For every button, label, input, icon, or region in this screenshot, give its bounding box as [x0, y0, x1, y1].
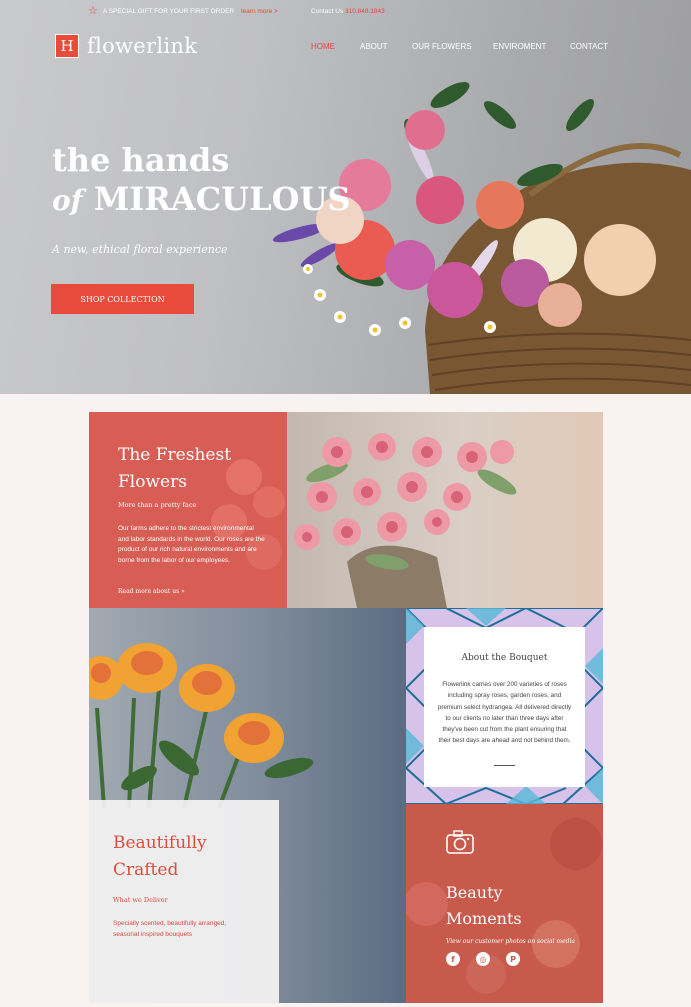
announcement-bar: ☆ A SPECIAL GIFT FOR YOUR FIRST ORDER le…	[0, 6, 691, 18]
contact-info: Contact Us 310.848.1843	[311, 8, 385, 15]
hero: ☆ A SPECIAL GIFT FOR YOUR FIRST ORDER le…	[0, 0, 691, 394]
fresh-body: Our farms adhere to the strictest enviro…	[118, 525, 265, 564]
beauty-moments-card: Beauty Moments View our customer photos …	[406, 804, 603, 1003]
hero-title: the hands of MIRACULOUS	[52, 140, 350, 220]
about-body: Flowerlink carries over 200 varieties of…	[437, 681, 572, 745]
hero-title-of: of	[52, 184, 83, 217]
nav-environment[interactable]: ENVIROMENT	[493, 42, 546, 51]
facebook-icon[interactable]: f	[446, 952, 460, 966]
about-panel: About the Bouquet Flowerlink carries ove…	[424, 627, 585, 787]
nav-home[interactable]: HOME	[311, 42, 335, 51]
star-icon: ☆	[88, 5, 98, 17]
crafted-subtitle: What we Deliver	[113, 896, 168, 904]
phone-link[interactable]: 310.848.1843	[345, 8, 385, 15]
instagram-icon[interactable]: ◎	[476, 952, 490, 966]
pink-roses-image	[294, 433, 517, 608]
logo-mark: H	[55, 34, 79, 58]
crafted-panel: Beautifully Crafted What we Deliver Spec…	[89, 800, 279, 1003]
pinterest-icon[interactable]: P	[506, 952, 520, 966]
learn-more-link[interactable]: learn more >	[241, 8, 278, 15]
flower-basket-image	[272, 82, 691, 394]
crafted-title: Beautifully Crafted	[113, 833, 207, 880]
hero-title-line1: the hands	[52, 141, 230, 179]
fresh-subtitle: More than a pretty face	[118, 501, 197, 509]
logo-wordmark: flowerlink	[87, 34, 198, 58]
hero-title-line2: of MIRACULOUS	[52, 180, 350, 220]
fresh-title: The Freshest Flowers	[118, 445, 232, 492]
hero-title-miraculous: MIRACULOUS	[93, 180, 351, 218]
gift-promo: ☆ A SPECIAL GIFT FOR YOUR FIRST ORDER le…	[88, 5, 278, 17]
nav-our-flowers[interactable]: OUR FLOWERS	[412, 42, 472, 51]
about-title: About the Bouquet	[461, 653, 548, 663]
pink-roses-photo	[287, 412, 603, 608]
read-more-link[interactable]: Read more about us »	[118, 588, 185, 595]
shop-collection-button[interactable]: SHOP COLLECTION	[51, 284, 194, 314]
divider	[494, 765, 515, 766]
freshest-flowers-card: The Freshest Flowers More than a pretty …	[89, 412, 287, 608]
social-links: f ◎ P	[446, 952, 520, 966]
beauty-subtitle: View our customer photos on social media	[446, 938, 575, 945]
logo[interactable]: H flowerlink	[55, 34, 197, 58]
gift-text: A SPECIAL GIFT FOR YOUR FIRST ORDER	[102, 7, 235, 15]
nav-contact[interactable]: CONTACT	[570, 42, 608, 51]
yellow-roses-card: Beautifully Crafted What we Deliver Spec…	[89, 608, 406, 1003]
camera-icon	[446, 830, 474, 854]
about-bouquet-card: About the Bouquet Flowerlink carries ove…	[406, 608, 603, 804]
crafted-body: Specially scented, beautifully arranged,…	[113, 920, 227, 938]
nav-about[interactable]: ABOUT	[360, 42, 388, 51]
hero-subtitle: A new, ethical floral experience	[52, 243, 228, 256]
contact-label: Contact Us	[311, 8, 344, 15]
beauty-title: Beauty Moments	[446, 883, 522, 928]
